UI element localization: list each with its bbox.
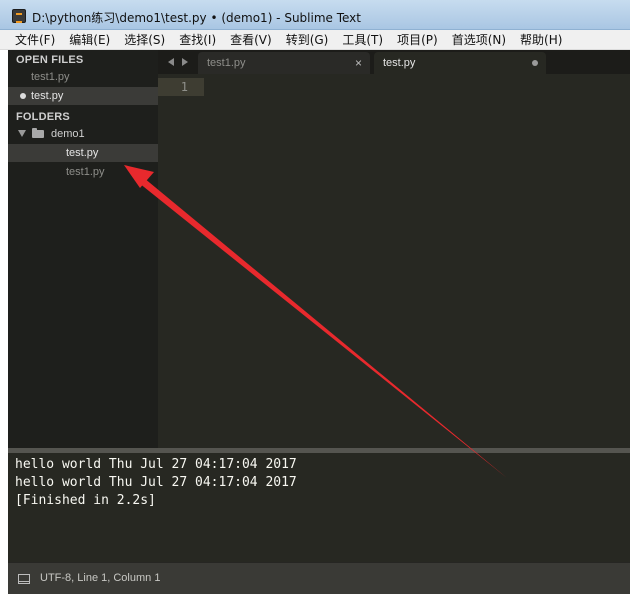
menu-view[interactable]: 查看(V) — [223, 31, 279, 48]
open-file-label: test1.py — [31, 71, 70, 83]
tab-scroll-right-icon[interactable] — [182, 58, 188, 66]
folders-heading: FOLDERS — [16, 111, 70, 123]
sublime-text-icon — [12, 9, 26, 23]
folder-item-demo1[interactable]: demo1 — [8, 125, 158, 143]
code-editor[interactable]: 1 — [158, 74, 630, 448]
status-text: UTF-8, Line 1, Column 1 — [40, 572, 161, 584]
tab-label: test1.py — [207, 57, 246, 69]
sidebar: OPEN FILES test1.py test.py FOLDERS demo… — [8, 50, 158, 448]
menu-file[interactable]: 文件(F) — [8, 31, 62, 48]
menu-bar: 文件(F) 编辑(E) 选择(S) 查找(I) 查看(V) 转到(G) 工具(T… — [0, 30, 630, 50]
unsaved-dot-icon — [20, 93, 26, 99]
unsaved-dot-icon[interactable] — [532, 60, 538, 66]
open-files-heading: OPEN FILES — [16, 54, 84, 66]
menu-help[interactable]: 帮助(H) — [513, 31, 569, 48]
menu-edit[interactable]: 编辑(E) — [62, 31, 117, 48]
open-file-item[interactable]: test1.py — [8, 68, 158, 86]
menu-tools[interactable]: 工具(T) — [335, 31, 390, 48]
folder-file-item[interactable]: test1.py — [8, 163, 158, 181]
tab-test1-py[interactable]: test1.py × — [198, 52, 370, 74]
folder-label: demo1 — [51, 128, 85, 140]
expand-triangle-icon[interactable] — [18, 130, 26, 137]
open-file-label: test.py — [31, 90, 64, 102]
menu-find[interactable]: 查找(I) — [172, 31, 223, 48]
status-bar: UTF-8, Line 1, Column 1 — [8, 562, 630, 594]
tab-scroll-left-icon[interactable] — [168, 58, 174, 66]
menu-goto[interactable]: 转到(G) — [279, 31, 336, 48]
tab-bar: test1.py × test.py — [158, 50, 630, 74]
show-panel-icon[interactable] — [18, 574, 30, 584]
menu-preferences[interactable]: 首选项(N) — [445, 31, 513, 48]
folder-file-label: test1.py — [66, 166, 105, 178]
tab-label: test.py — [383, 57, 416, 69]
output-line: [Finished in 2.2s] — [15, 493, 156, 508]
close-icon[interactable]: × — [355, 52, 362, 74]
menu-selection[interactable]: 选择(S) — [117, 31, 172, 48]
window-title: D:\python练习\demo1\test.py • (demo1) - Su… — [32, 11, 361, 25]
window-title-bar[interactable]: D:\python练习\demo1\test.py • (demo1) - Su… — [0, 0, 630, 30]
tab-test-py[interactable]: test.py — [374, 52, 546, 74]
menu-project[interactable]: 项目(P) — [390, 31, 445, 48]
folder-file-label: test.py — [66, 147, 99, 159]
folder-icon — [32, 128, 44, 138]
output-line: hello world Thu Jul 27 04:17:04 2017 — [15, 457, 297, 472]
output-line: hello world Thu Jul 27 04:17:04 2017 — [15, 475, 297, 490]
open-file-item[interactable]: test.py — [8, 87, 158, 105]
build-output-panel[interactable]: hello world Thu Jul 27 04:17:04 2017 hel… — [8, 453, 630, 562]
line-number: 1 — [180, 80, 188, 94]
folder-file-item[interactable]: test.py — [8, 144, 158, 162]
